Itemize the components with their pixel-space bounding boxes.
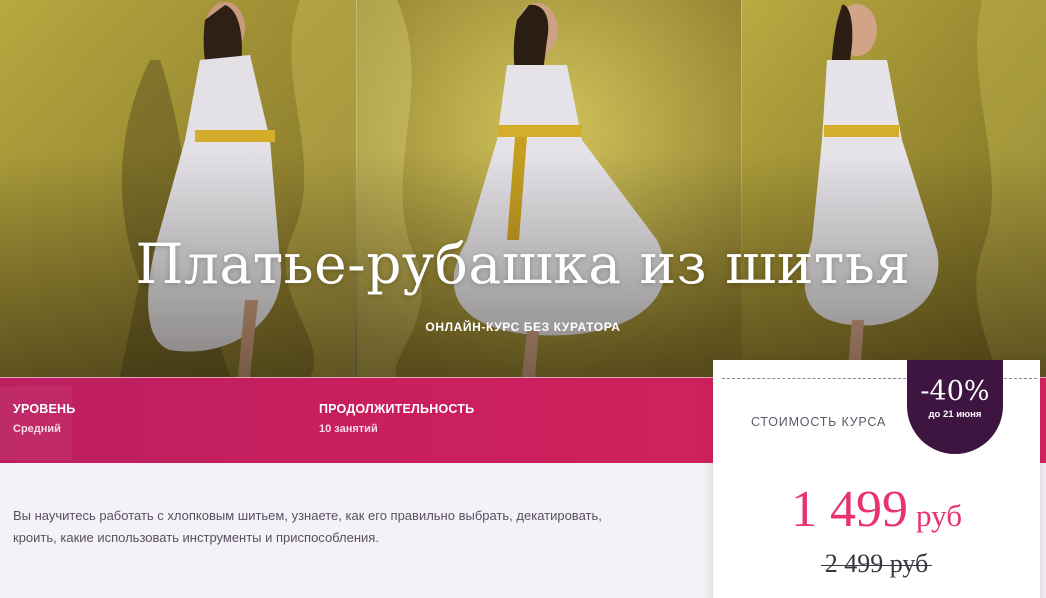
current-price: 1 499 руб	[713, 480, 1040, 539]
discount-deadline: до 21 июня	[928, 409, 982, 420]
hero-banner: Платье-рубашка из шитья ОНЛАЙН-КУРС БЕЗ …	[0, 0, 1046, 377]
course-duration-label: ПРОДОЛЖИТЕЛЬНОСТЬ	[319, 402, 475, 416]
price-label: СТОИМОСТЬ КУРСА	[751, 415, 887, 429]
discount-badge: -40% до 21 июня	[907, 360, 1003, 454]
course-level: УРОВЕНЬ Средний	[13, 402, 75, 435]
discount-value: -40%	[920, 376, 990, 407]
page-subtitle: ОНЛАЙН-КУРС БЕЗ КУРАТОРА	[425, 320, 621, 334]
course-level-label: УРОВЕНЬ	[13, 402, 76, 416]
current-price-currency: руб	[916, 498, 962, 533]
old-price-amount: 2 499 руб	[820, 549, 933, 579]
price-card: СТОИМОСТЬ КУРСА -40% до 21 июня 1 499 руб…	[713, 360, 1040, 598]
course-duration: ПРОДОЛЖИТЕЛЬНОСТЬ 10 занятий	[319, 402, 474, 435]
course-description: Вы научитесь работать с хлопковым шитьем…	[13, 508, 602, 545]
course-duration-value: 10 занятий	[319, 423, 378, 435]
page-title: Платье-рубашка из шитья	[135, 232, 911, 296]
course-level-value: Средний	[13, 423, 61, 435]
old-price: 2 499 руб	[713, 549, 1040, 579]
current-price-amount: 1 499	[791, 481, 909, 538]
